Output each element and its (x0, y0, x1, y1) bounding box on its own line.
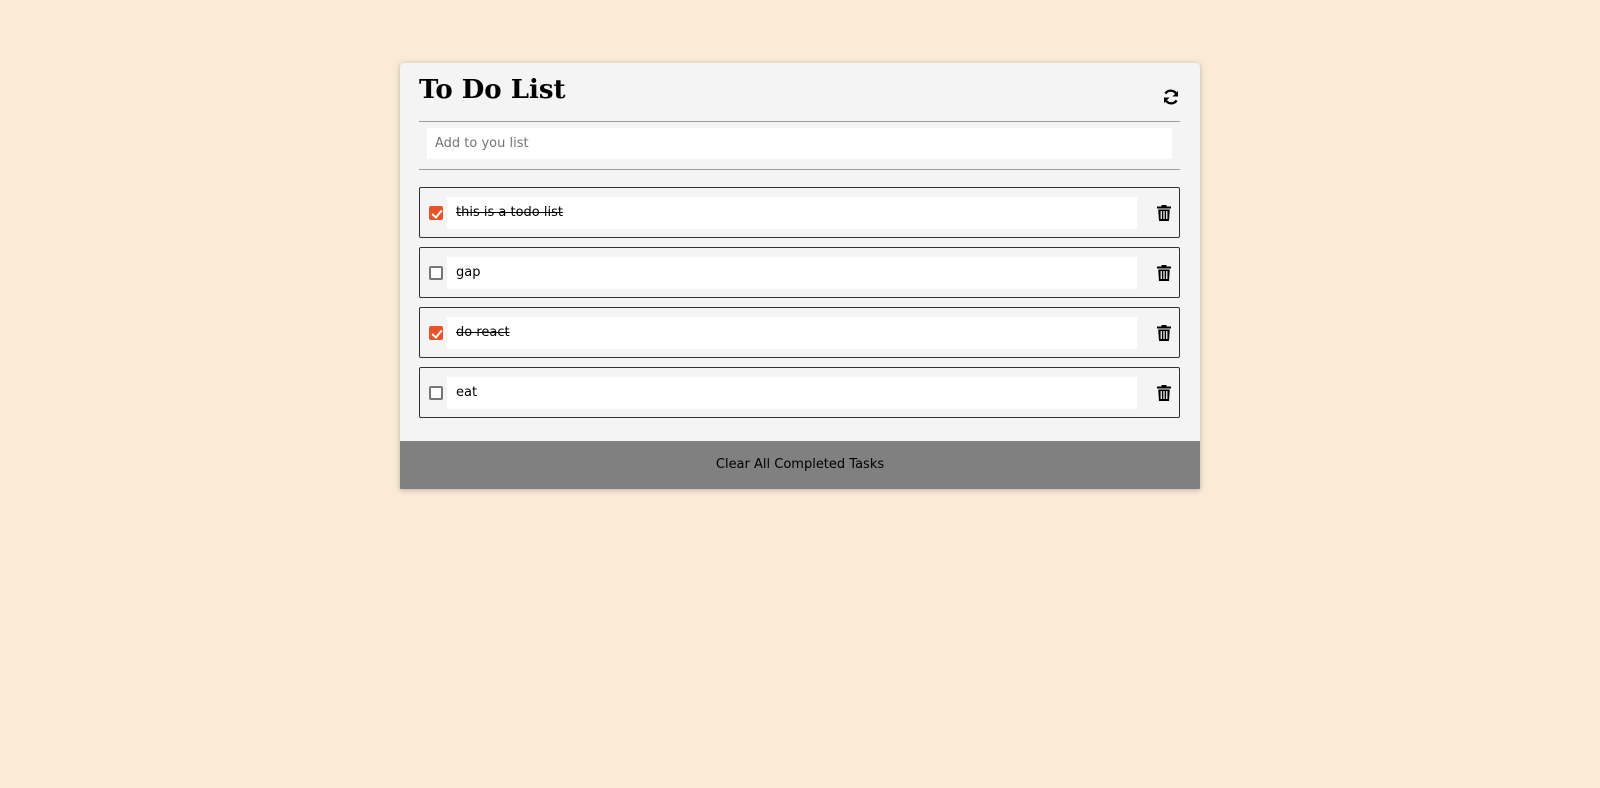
add-task-input[interactable] (427, 128, 1172, 159)
trash-icon[interactable] (1157, 265, 1171, 281)
todo-item: this is a todo list (419, 187, 1180, 238)
todo-checkbox[interactable] (429, 386, 443, 400)
clear-completed-button[interactable]: Clear All Completed Tasks (400, 441, 1200, 489)
todo-item: gap (419, 247, 1180, 298)
todo-checkbox[interactable] (429, 266, 443, 280)
todo-item: do react (419, 307, 1180, 358)
todo-text[interactable]: gap (447, 257, 1137, 289)
trash-icon[interactable] (1157, 385, 1171, 401)
todo-item: eat (419, 367, 1180, 418)
trash-icon[interactable] (1157, 205, 1171, 221)
header: To Do List (419, 63, 1180, 122)
todo-text[interactable]: do react (447, 317, 1137, 349)
trash-icon[interactable] (1157, 325, 1171, 341)
todo-text[interactable]: this is a todo list (447, 197, 1137, 229)
refresh-icon[interactable] (1162, 88, 1180, 106)
add-task-row (419, 121, 1180, 170)
todo-list: this is a todo list gap do react eat (419, 187, 1180, 427)
todo-checkbox[interactable] (429, 326, 443, 340)
todo-checkbox[interactable] (429, 206, 443, 220)
todo-text[interactable]: eat (447, 377, 1137, 409)
todo-card: To Do List this is a todo list gap (400, 63, 1200, 489)
page-title: To Do List (419, 75, 566, 105)
